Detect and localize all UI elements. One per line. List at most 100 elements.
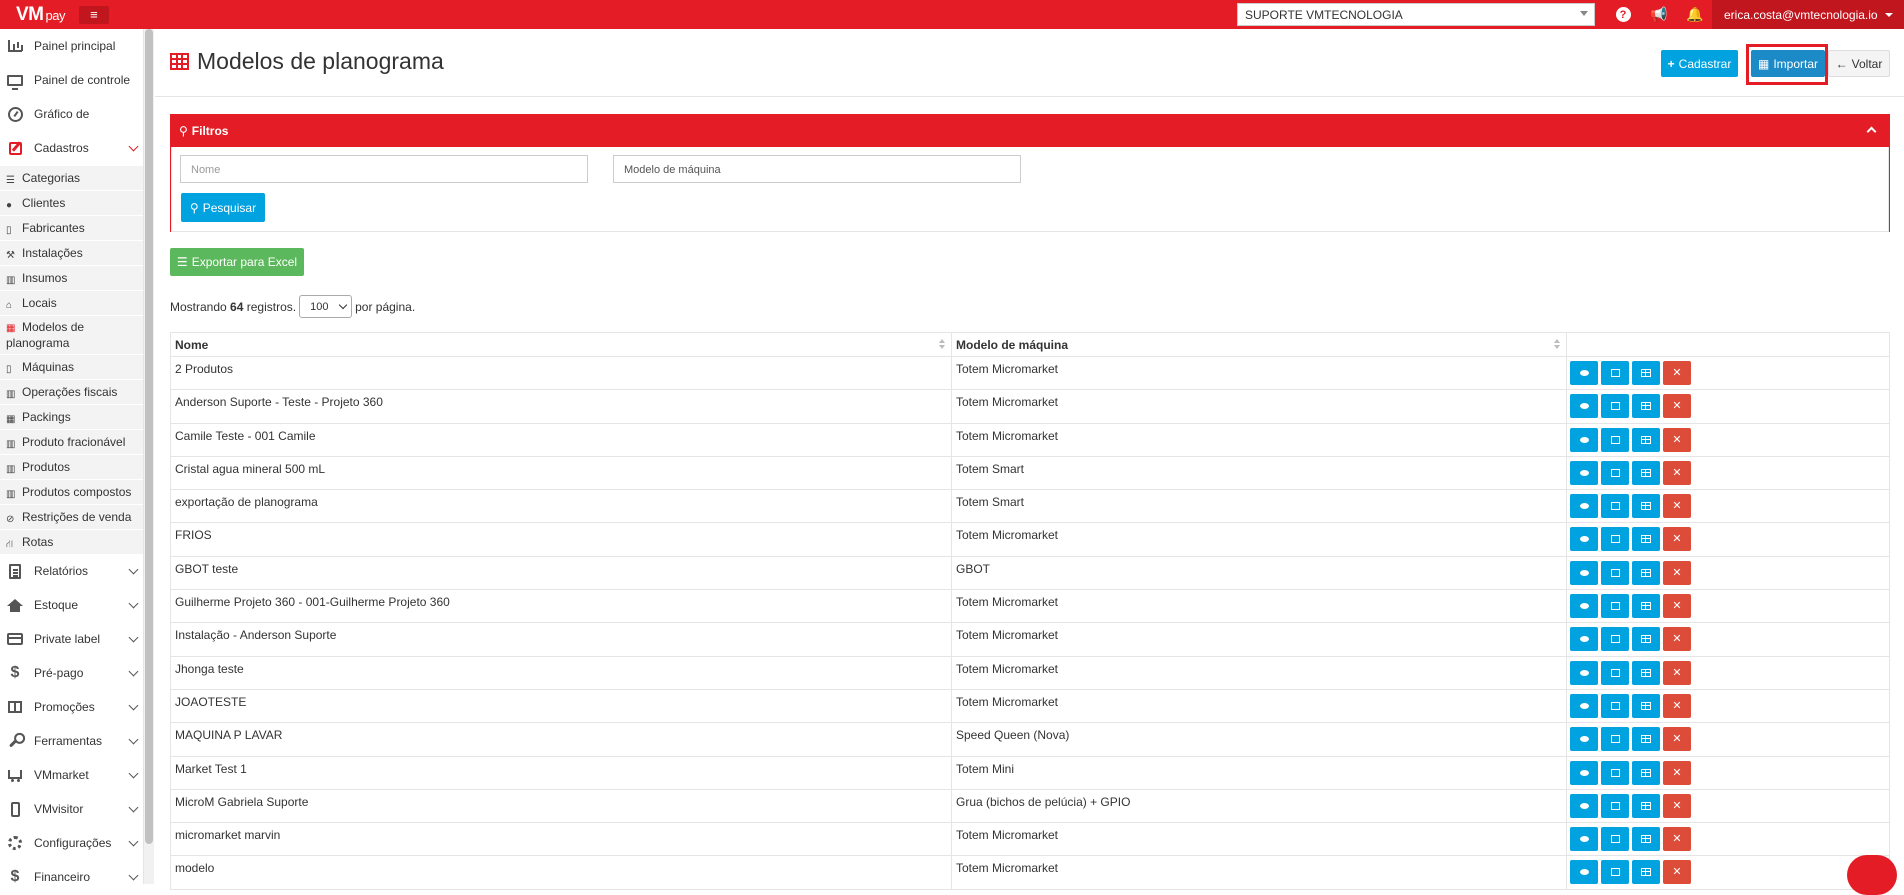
- export-excel-button[interactable]: ☰ Exportar para Excel: [170, 248, 304, 276]
- column-header-modelo[interactable]: Modelo de máquina: [951, 332, 1567, 357]
- sidebar-item-relatorios[interactable]: Relatórios: [0, 554, 143, 588]
- notifications-button[interactable]: 🔔: [1677, 0, 1713, 29]
- pesquisar-button[interactable]: ⚲ Pesquisar: [181, 193, 265, 222]
- sidebar-item-vmmarket[interactable]: VMmarket: [0, 758, 143, 792]
- importar-button[interactable]: ▦ Importar: [1751, 50, 1825, 77]
- delete-button[interactable]: ✕: [1663, 693, 1691, 718]
- planogram-button[interactable]: [1632, 460, 1660, 485]
- sidebar-item-private-label[interactable]: Private label: [0, 622, 143, 656]
- sidebar-subitem-insumos[interactable]: ▥ Insumos: [0, 265, 143, 290]
- delete-button[interactable]: ✕: [1663, 793, 1691, 818]
- modelo-maquina-input[interactable]: Modelo de máquina: [613, 155, 1021, 183]
- edit-button[interactable]: [1601, 627, 1629, 652]
- filters-header[interactable]: ⚲ Filtros: [171, 114, 1889, 147]
- delete-button[interactable]: ✕: [1663, 394, 1691, 419]
- edit-button[interactable]: [1601, 560, 1629, 585]
- view-button[interactable]: [1570, 627, 1598, 652]
- delete-button[interactable]: ✕: [1663, 627, 1691, 652]
- delete-button[interactable]: ✕: [1663, 560, 1691, 585]
- chevron-up-icon[interactable]: [1866, 126, 1877, 137]
- chat-widget-button[interactable]: [1847, 855, 1897, 895]
- planogram-button[interactable]: [1632, 560, 1660, 585]
- sidebar-subitem-clientes[interactable]: ● Clientes: [0, 190, 143, 215]
- edit-button[interactable]: [1601, 727, 1629, 752]
- sidebar-item-vmvisitor[interactable]: VMvisitor: [0, 792, 143, 826]
- view-button[interactable]: [1570, 760, 1598, 785]
- sidebar-subitem-produtos-compostos[interactable]: ▥ Produtos compostos: [0, 479, 143, 504]
- cadastrar-button[interactable]: + Cadastrar: [1661, 50, 1738, 77]
- edit-button[interactable]: [1601, 793, 1629, 818]
- view-button[interactable]: [1570, 527, 1598, 552]
- sidebar-subitem-instalacoes[interactable]: ⚒ Instalações: [0, 240, 143, 265]
- planogram-button[interactable]: [1632, 627, 1660, 652]
- sidebar-subitem-fabricantes[interactable]: ▯ Fabricantes: [0, 215, 143, 240]
- announcements-button[interactable]: 📢: [1641, 0, 1677, 29]
- edit-button[interactable]: [1601, 760, 1629, 785]
- sidebar-scrollbar-thumb[interactable]: [145, 29, 153, 844]
- planogram-button[interactable]: [1632, 860, 1660, 885]
- view-button[interactable]: [1570, 860, 1598, 885]
- sidebar-item-financeiro[interactable]: $ Financeiro: [0, 860, 143, 884]
- user-menu[interactable]: erica.costa@vmtecnologia.io: [1712, 0, 1904, 29]
- planogram-button[interactable]: [1632, 727, 1660, 752]
- view-button[interactable]: [1570, 394, 1598, 419]
- planogram-button[interactable]: [1632, 793, 1660, 818]
- sidebar-item-ferramentas[interactable]: Ferramentas: [0, 724, 143, 758]
- edit-button[interactable]: [1601, 527, 1629, 552]
- sidebar-item-painel-controle[interactable]: Painel de controle: [0, 63, 143, 97]
- sidebar-item-estoque[interactable]: Estoque: [0, 588, 143, 622]
- view-button[interactable]: [1570, 560, 1598, 585]
- planogram-button[interactable]: [1632, 594, 1660, 619]
- planogram-button[interactable]: [1632, 760, 1660, 785]
- edit-button[interactable]: [1601, 460, 1629, 485]
- view-button[interactable]: [1570, 594, 1598, 619]
- delete-button[interactable]: ✕: [1663, 460, 1691, 485]
- sidebar-item-cadastros[interactable]: Cadastros: [0, 131, 143, 165]
- per-page-select[interactable]: 100: [299, 295, 353, 318]
- nome-input[interactable]: Nome: [180, 155, 588, 183]
- view-button[interactable]: [1570, 460, 1598, 485]
- edit-button[interactable]: [1601, 427, 1629, 452]
- delete-button[interactable]: ✕: [1663, 594, 1691, 619]
- view-button[interactable]: [1570, 494, 1598, 519]
- delete-button[interactable]: ✕: [1663, 660, 1691, 685]
- edit-button[interactable]: [1601, 494, 1629, 519]
- client-select[interactable]: SUPORTE VMTECNOLOGIA: [1237, 3, 1595, 26]
- edit-button[interactable]: [1601, 394, 1629, 419]
- edit-button[interactable]: [1601, 860, 1629, 885]
- edit-button[interactable]: [1601, 660, 1629, 685]
- delete-button[interactable]: ✕: [1663, 760, 1691, 785]
- sidebar-subitem-produtos[interactable]: ▥ Produtos: [0, 454, 143, 479]
- voltar-button[interactable]: ← Voltar: [1828, 50, 1890, 77]
- view-button[interactable]: [1570, 427, 1598, 452]
- sidebar-subitem-rotas[interactable]: ⛙ Rotas: [0, 529, 143, 554]
- planogram-button[interactable]: [1632, 427, 1660, 452]
- delete-button[interactable]: ✕: [1663, 860, 1691, 885]
- planogram-button[interactable]: [1632, 361, 1660, 385]
- sidebar-subitem-produto-fracionavel[interactable]: ▥ Produto fracionável: [0, 429, 143, 454]
- planogram-button[interactable]: [1632, 494, 1660, 519]
- vmpay-logo[interactable]: VM pay: [16, 4, 65, 26]
- view-button[interactable]: [1570, 727, 1598, 752]
- delete-button[interactable]: ✕: [1663, 727, 1691, 752]
- sidebar-toggle-button[interactable]: ≡: [78, 5, 109, 24]
- sidebar-subitem-maquinas[interactable]: ▯ Máquinas: [0, 354, 143, 379]
- delete-button[interactable]: ✕: [1663, 361, 1691, 385]
- edit-button[interactable]: [1601, 594, 1629, 619]
- delete-button[interactable]: ✕: [1663, 427, 1691, 452]
- help-button[interactable]: ?: [1605, 0, 1641, 29]
- column-header-nome[interactable]: Nome: [170, 332, 952, 357]
- sidebar-item-grafico[interactable]: Gráfico de: [0, 97, 143, 131]
- planogram-button[interactable]: [1632, 827, 1660, 852]
- view-button[interactable]: [1570, 793, 1598, 818]
- sidebar-subitem-locais[interactable]: ⌂ Locais: [0, 290, 143, 315]
- edit-button[interactable]: [1601, 827, 1629, 852]
- sidebar-subitem-categorias[interactable]: ☰ Categorias: [0, 165, 143, 190]
- planogram-button[interactable]: [1632, 693, 1660, 718]
- edit-button[interactable]: [1601, 361, 1629, 385]
- view-button[interactable]: [1570, 361, 1598, 385]
- view-button[interactable]: [1570, 693, 1598, 718]
- sidebar-subitem-modelos-planograma[interactable]: ▦ Modelos de planograma: [0, 315, 143, 354]
- planogram-button[interactable]: [1632, 527, 1660, 552]
- delete-button[interactable]: ✕: [1663, 494, 1691, 519]
